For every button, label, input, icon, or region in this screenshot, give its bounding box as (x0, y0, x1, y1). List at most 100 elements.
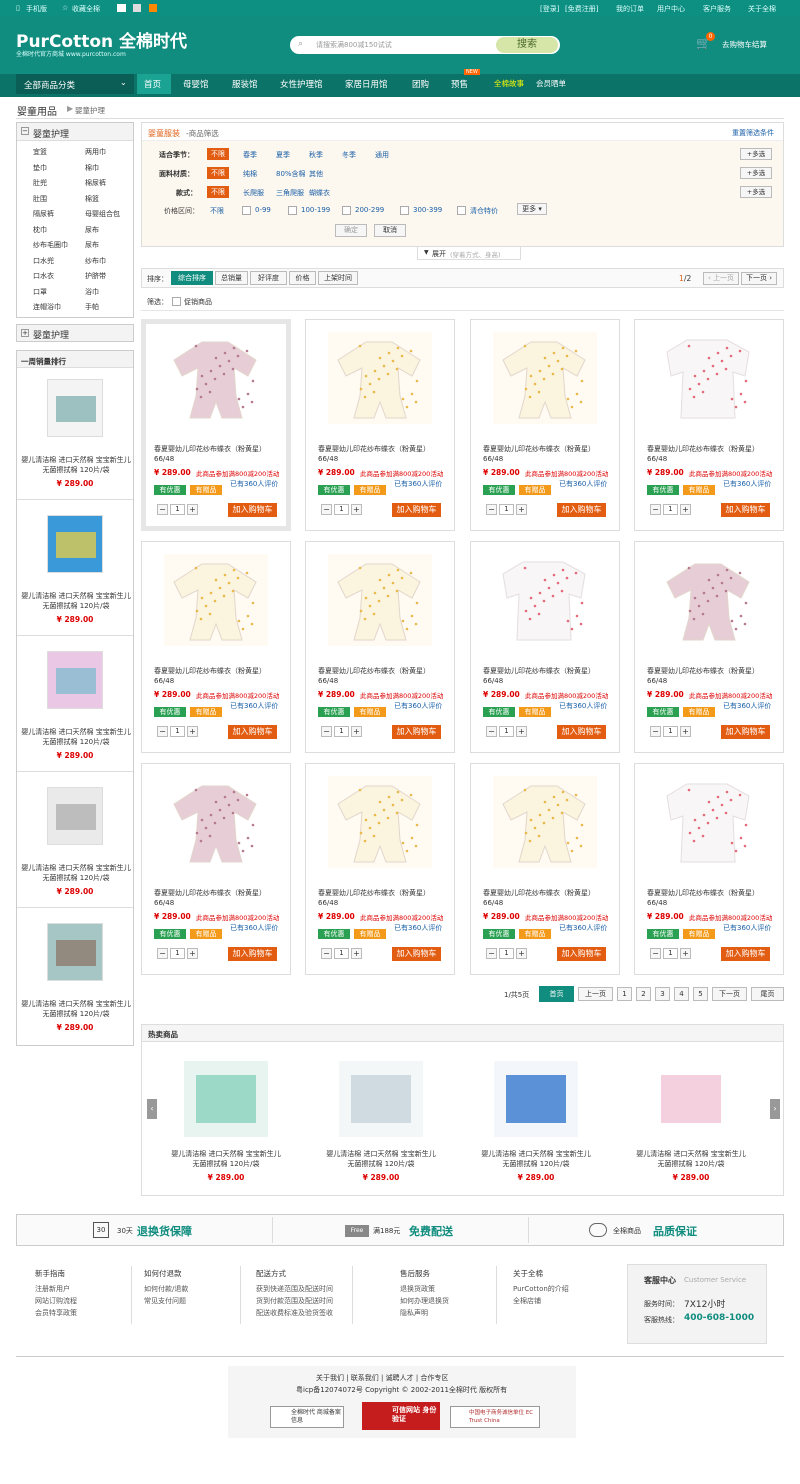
sidebar-link[interactable]: 尿布 (85, 225, 99, 235)
qty-input[interactable]: 1 (334, 504, 349, 515)
rank-product-name[interactable]: 婴儿清洁棉 进口天然棉 宝宝新生儿无菌擦拭棉 120片/袋 (21, 863, 131, 883)
product-card[interactable]: 春夏婴幼儿印花纱布蝶衣（粉黄星）66/48 ¥ 289.00 此商品参加满800减2… (634, 763, 784, 975)
product-image[interactable] (657, 776, 761, 868)
hot-product-name[interactable]: 婴儿清洁棉 进口天然棉 宝宝新生儿无菌擦拭棉 120片/袋 (168, 1149, 284, 1169)
multi-select-button[interactable]: +多选 (740, 148, 772, 160)
qty-input[interactable]: 1 (170, 504, 185, 515)
sidebar-link[interactable]: 口罩 (33, 287, 47, 297)
sidebar-link[interactable]: 连帽浴巾 (33, 302, 61, 312)
qty-minus-button[interactable]: − (157, 504, 168, 515)
product-image[interactable] (164, 776, 268, 868)
next-page-button[interactable]: 下一页 › (741, 272, 777, 285)
login-link[interactable]: [登录] (540, 4, 559, 14)
review-count[interactable]: 已有360人评价 (230, 923, 278, 933)
add-to-cart-button[interactable]: 加入购物车 (392, 947, 441, 961)
product-image[interactable] (164, 332, 268, 424)
review-count[interactable]: 已有360人评价 (559, 701, 607, 711)
sidebar-link[interactable]: 棉尿裤 (85, 178, 106, 188)
product-name[interactable]: 春夏婴幼儿印花纱布蝶衣（粉黄星）66/48 (647, 888, 777, 908)
price-checkbox[interactable] (242, 206, 251, 215)
more-price-dropdown[interactable]: 更多 ▾ (517, 203, 547, 215)
product-name[interactable]: 春夏婴幼儿印花纱布蝶衣（粉黄星）66/48 (318, 666, 448, 686)
nav-maternal[interactable]: 母婴馆 (183, 78, 209, 90)
page-number-button[interactable]: 2 (636, 987, 651, 1001)
reset-filters-link[interactable]: 重置筛选条件 (732, 128, 774, 138)
qty-input[interactable]: 1 (663, 726, 678, 737)
qty-plus-button[interactable]: + (516, 504, 527, 515)
review-count[interactable]: 已有360人评价 (559, 479, 607, 489)
qr-icon[interactable] (117, 4, 126, 12)
sidebar-link[interactable]: 隔尿裤 (33, 209, 54, 219)
add-to-cart-button[interactable]: 加入购物车 (392, 503, 441, 517)
sidebar-link[interactable]: 宜篮 (33, 147, 47, 157)
footer-link[interactable]: 网站订购流程 (35, 1296, 77, 1306)
footer-link[interactable]: 货到付款范围及配送时间 (256, 1296, 333, 1306)
expand-toggle[interactable]: ▼ 展开 (穿着方式、身高) (417, 247, 521, 260)
cancel-button[interactable]: 取消 (374, 224, 406, 237)
rank-product-image[interactable] (47, 787, 103, 845)
review-count[interactable]: 已有360人评价 (394, 923, 442, 933)
product-name[interactable]: 春夏婴幼儿印花纱布蝶衣（粉黄星）66/48 (318, 888, 448, 908)
rank-product-image[interactable] (47, 379, 103, 437)
prev-page-button[interactable]: ‹ 上一页 (703, 272, 739, 285)
sort-option[interactable]: 综合排序 (171, 271, 213, 285)
product-card[interactable]: 春夏婴幼儿印花纱布蝶衣（粉黄星）66/48 ¥ 289.00 此商品参加满800减2… (141, 541, 291, 753)
product-name[interactable]: 春夏婴幼儿印花纱布蝶衣（粉黄星）66/48 (154, 444, 284, 464)
rank-product-image[interactable] (47, 651, 103, 709)
multi-select-button[interactable]: +多选 (740, 167, 772, 179)
qty-minus-button[interactable]: − (486, 726, 497, 737)
rank-product-image[interactable] (47, 515, 103, 573)
qty-minus-button[interactable]: − (157, 726, 168, 737)
qty-input[interactable]: 1 (663, 948, 678, 959)
nav-member-share[interactable]: 会员晒单 (536, 78, 566, 89)
filter-option[interactable]: 蝴蝶衣 (309, 188, 330, 198)
qty-input[interactable]: 1 (334, 726, 349, 737)
about-link[interactable]: 关于全棉 (748, 4, 776, 14)
sidebar-link[interactable]: 母婴组合包 (85, 209, 120, 219)
sidebar-link[interactable]: 棉巾 (85, 163, 99, 173)
ec-trust-badge[interactable]: 中国电子商务诚信单位 EC Trust China (450, 1406, 540, 1428)
sort-option[interactable]: 好评度 (250, 271, 287, 285)
product-card[interactable]: 春夏婴幼儿印花纱布蝶衣（粉黄星）66/48 ¥ 289.00 此商品参加满800减2… (470, 541, 620, 753)
add-to-cart-button[interactable]: 加入购物车 (721, 503, 770, 517)
filter-option[interactable]: 80%含棉 (276, 169, 306, 179)
price-checkbox[interactable] (400, 206, 409, 215)
price-option[interactable]: 300-399 (413, 206, 442, 214)
footer-link[interactable]: 全棉店铺 (513, 1296, 541, 1306)
customer-service-link[interactable]: 客户服务 (703, 4, 731, 14)
footer-link[interactable]: PurCotton的介绍 (513, 1284, 569, 1294)
footer-link[interactable]: 如何付款/退款 (144, 1284, 188, 1294)
bottom-links[interactable]: 关于我们 | 联系我们 | 诚聘人才 | 合作专区 (316, 1373, 448, 1383)
product-image[interactable] (164, 554, 268, 646)
sidebar-link[interactable]: 手帕 (85, 302, 99, 312)
price-checkbox[interactable] (342, 206, 351, 215)
add-to-cart-button[interactable]: 加入购物车 (557, 725, 606, 739)
price-option[interactable]: 100-199 (301, 206, 330, 214)
product-card[interactable]: 春夏婴幼儿印花纱布蝶衣（粉黄星）66/48 ¥ 289.00 此商品参加满800减2… (305, 319, 455, 531)
rank-product-name[interactable]: 婴儿清洁棉 进口天然棉 宝宝新生儿无菌擦拭棉 120片/袋 (21, 591, 131, 611)
sidebar-title[interactable]: 婴童护理 (33, 127, 69, 140)
hot-product-image[interactable] (649, 1061, 733, 1137)
product-name[interactable]: 春夏婴幼儿印花纱布蝶衣（粉黄星）66/48 (154, 666, 284, 686)
qty-plus-button[interactable]: + (680, 504, 691, 515)
review-count[interactable]: 已有360人评价 (559, 923, 607, 933)
hot-product-image[interactable] (494, 1061, 578, 1137)
product-name[interactable]: 春夏婴幼儿印花纱布蝶衣（粉黄星）66/48 (318, 444, 448, 464)
pagination-prev-button[interactable]: 上一页 (578, 987, 613, 1001)
review-count[interactable]: 已有360人评价 (394, 701, 442, 711)
search-button[interactable]: 搜索 (496, 37, 558, 53)
cart-checkout-link[interactable]: 去购物车结算 (722, 39, 767, 50)
nav-clothing[interactable]: 服装馆 (232, 78, 258, 90)
nav-home-goods[interactable]: 家居日用馆 (345, 78, 388, 90)
qty-minus-button[interactable]: − (650, 726, 661, 737)
qty-minus-button[interactable]: − (650, 948, 661, 959)
product-card[interactable]: 春夏婴幼儿印花纱布蝶衣（粉黄星）66/48 ¥ 289.00 此商品参加满800减2… (305, 541, 455, 753)
page-number-button[interactable]: 5 (693, 987, 708, 1001)
nav-group-buy[interactable]: 团购 (412, 78, 429, 90)
sidebar-link[interactable]: 枕巾 (33, 225, 47, 235)
rank-product-name[interactable]: 婴儿清洁棉 进口天然棉 宝宝新生儿无菌擦拭棉 120片/袋 (21, 727, 131, 747)
sidebar-link[interactable]: 肚兜 (33, 178, 47, 188)
qty-plus-button[interactable]: + (187, 504, 198, 515)
price-checkbox[interactable] (288, 206, 297, 215)
filter-selected-all[interactable]: 不限 (207, 167, 229, 179)
